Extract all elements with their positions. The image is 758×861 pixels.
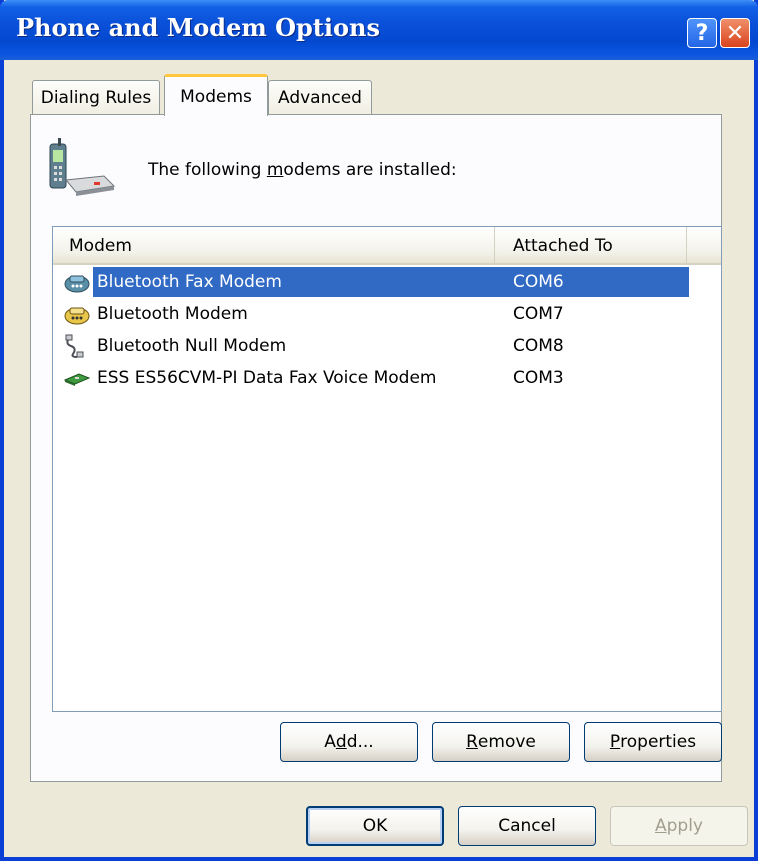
button-accel: d [335, 732, 347, 752]
window-title: Phone and Modem Options [16, 13, 380, 42]
list-item-ess-modem[interactable]: ESS ES56CVM-PI Data Fax Voice Modem COM3 [57, 363, 689, 393]
column-header-attached-to[interactable]: Attached To [503, 227, 687, 265]
cancel-button[interactable]: Cancel [458, 806, 596, 846]
ok-button[interactable]: OK [306, 806, 444, 846]
attached-port: COM7 [513, 304, 564, 324]
close-button[interactable]: ✕ [720, 18, 750, 48]
list-item-bluetooth-null-modem[interactable]: Bluetooth Null Modem COM8 [57, 331, 689, 361]
tab-label: Advanced [278, 87, 362, 108]
list-item-bluetooth-fax-modem[interactable]: Bluetooth Fax Modem COM6 [57, 267, 689, 297]
button-label-post: roperties [620, 732, 697, 752]
attached-port: COM3 [513, 368, 564, 388]
null-modem-icon [65, 334, 84, 358]
label-text-post: odems are installed: [283, 160, 457, 180]
column-label: Modem [69, 236, 132, 256]
help-icon: ? [695, 20, 709, 46]
modem-name: Bluetooth Modem [97, 304, 248, 324]
button-label-post: d... [346, 732, 374, 752]
fax-modem-icon [64, 275, 90, 293]
add-button[interactable]: Ad d... [280, 722, 418, 762]
button-label-pre: A [324, 732, 336, 752]
tab-modems[interactable]: Modems [164, 74, 268, 116]
phone-modem-icon [49, 138, 116, 196]
list-header: Modem Attached To [53, 227, 721, 265]
modem-icon [64, 307, 90, 325]
modem-card-icon [63, 373, 91, 386]
column-header-modem[interactable]: Modem [59, 227, 495, 265]
button-accel: P [609, 732, 621, 752]
tab-dialing-rules[interactable]: Dialing Rules [32, 80, 160, 114]
attached-port: COM8 [513, 336, 564, 356]
modem-name: Bluetooth Null Modem [97, 336, 287, 356]
close-icon: ✕ [725, 20, 745, 46]
column-label: Attached To [513, 236, 613, 256]
tab-label: Modems [180, 86, 252, 107]
button-label: Cancel [498, 816, 556, 836]
remove-button[interactable]: Remove [432, 722, 570, 762]
label-text-pre: The following [148, 160, 267, 180]
apply-button[interactable]: Apply [610, 806, 748, 846]
title-bar[interactable]: Phone and Modem Options ? ✕ [0, 0, 758, 60]
attached-port: COM6 [507, 267, 689, 297]
modem-name: Bluetooth Fax Modem [93, 267, 507, 297]
help-button[interactable]: ? [687, 18, 717, 48]
button-accel: A [654, 816, 667, 836]
button-label: OK [362, 816, 388, 836]
tab-label: Dialing Rules [40, 87, 152, 108]
modem-name: ESS ES56CVM-PI Data Fax Voice Modem [97, 368, 437, 388]
list-item-bluetooth-modem[interactable]: Bluetooth Modem COM7 [57, 299, 689, 329]
properties-button[interactable]: Properties [584, 722, 722, 762]
button-label-post: pply [666, 816, 703, 836]
tab-advanced[interactable]: Advanced [268, 80, 372, 114]
installed-modems-label: The following modems are installed: [148, 160, 457, 180]
label-accel: m [266, 160, 284, 180]
button-label-post: emove [477, 732, 536, 752]
button-accel: R [466, 732, 478, 752]
modem-list[interactable]: Modem Attached To Bluetooth Fax Modem CO… [52, 226, 722, 712]
